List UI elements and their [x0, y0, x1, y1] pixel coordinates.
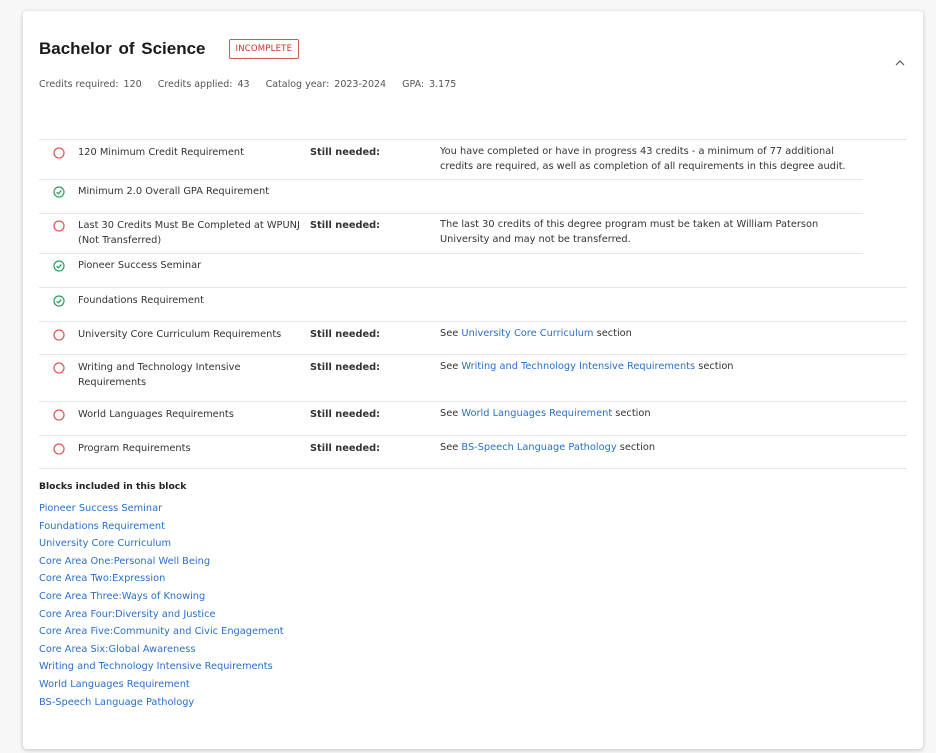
included-block-link[interactable]: Writing and Technology Intensive Require…	[39, 658, 284, 676]
still-needed-label: Still needed:	[310, 220, 381, 231]
requirement-description: See University Core Curriculum section	[440, 328, 632, 339]
block-title: Bachelor of Science	[39, 39, 206, 58]
gpa: GPA: 3.175	[402, 79, 457, 90]
included-block-link[interactable]: Core Area Five:Community and Civic Engag…	[39, 623, 284, 641]
requirement-name: Minimum 2.0 Overall GPA Requirement	[78, 186, 270, 197]
included-block-link[interactable]: BS-Speech Language Pathology	[39, 694, 284, 712]
collapse-button[interactable]	[893, 55, 907, 69]
status-icon	[39, 322, 78, 354]
still-needed-label: Still needed:	[310, 329, 381, 340]
status-icon	[39, 140, 78, 179]
included-block-link[interactable]: University Core Curriculum	[39, 535, 284, 553]
chevron-up-icon	[895, 60, 905, 66]
requirement-name: 120 Minimum Credit Requirement	[78, 147, 244, 158]
requirement-description: The last 30 credits of this degree progr…	[440, 219, 819, 245]
incomplete-circle-icon	[52, 220, 65, 232]
included-block-link[interactable]: Core Area One:Personal Well Being	[39, 553, 284, 571]
included-block-link[interactable]: Core Area Two:Expression	[39, 570, 284, 588]
section-link[interactable]: BS-Speech Language Pathology	[461, 442, 616, 453]
status-badge: INCOMPLETE	[228, 39, 300, 59]
requirement-name: Pioneer Success Seminar	[78, 260, 202, 271]
requirement-row: Writing and Technology Intensive Require…	[39, 354, 907, 401]
requirement-description: See Writing and Technology Intensive Req…	[440, 361, 734, 372]
included-block-link[interactable]: Core Area Three:Ways of Knowing	[39, 588, 284, 606]
still-needed-label: Still needed:	[310, 147, 381, 158]
requirement-row: Program Requirements Still needed: See BS-…	[39, 435, 907, 469]
incomplete-circle-icon	[52, 443, 65, 455]
requirement-row: World Languages Requirements Still needed…	[39, 401, 907, 435]
section-link[interactable]: University Core Curriculum	[461, 328, 593, 339]
catalog-year: Catalog year: 2023-2024	[265, 79, 387, 90]
status-icon	[39, 213, 78, 253]
included-block-link[interactable]: Core Area Six:Global Awareness	[39, 641, 284, 659]
requirement-description: See BS-Speech Language Pathology section	[440, 442, 656, 453]
block-summary: Credits required: 120 Credits applied: 43 …	[39, 79, 472, 90]
status-icon	[39, 253, 78, 287]
still-needed-label: Still needed:	[310, 443, 381, 454]
credits-required: Credits required: 120	[39, 79, 142, 90]
section-link[interactable]: World Languages Requirement	[461, 408, 612, 419]
requirement-row: Pioneer Success Seminar	[39, 253, 907, 287]
incomplete-circle-icon	[52, 409, 65, 421]
included-block-link[interactable]: World Languages Requirement	[39, 676, 284, 694]
included-block-link[interactable]: Core Area Four:Diversity and Justice	[39, 606, 284, 624]
check-circle-icon	[52, 186, 65, 198]
requirement-description: See World Languages Requirement section	[440, 408, 651, 419]
included-block-link[interactable]: Pioneer Success Seminar	[39, 500, 284, 518]
status-icon	[39, 179, 78, 213]
status-icon	[39, 436, 78, 468]
requirement-row: 120 Minimum Credit Requirement Still need…	[39, 139, 907, 180]
check-circle-icon	[52, 295, 65, 307]
included-block-link[interactable]: Foundations Requirement	[39, 518, 284, 536]
requirement-name: University Core Curriculum Requirements	[78, 329, 282, 340]
included-blocks: Blocks included in this block Pioneer Su…	[39, 481, 284, 711]
status-icon	[39, 288, 78, 321]
requirements-list: 120 Minimum Credit Requirement Still need…	[39, 139, 907, 469]
check-circle-icon	[52, 260, 65, 272]
incomplete-circle-icon	[52, 147, 65, 159]
status-icon	[39, 402, 78, 435]
incomplete-circle-icon	[52, 329, 65, 341]
requirement-name: World Languages Requirements	[78, 409, 234, 420]
requirement-row: Foundations Requirement	[39, 287, 907, 321]
requirement-row: Minimum 2.0 Overall GPA Requirement	[39, 179, 907, 214]
degree-block-card: Bachelor of Science INCOMPLETE Credits r…	[23, 11, 923, 749]
requirement-name: Program Requirements	[78, 443, 191, 454]
included-blocks-title: Blocks included in this block	[39, 481, 187, 492]
requirement-name: Foundations Requirement	[78, 295, 204, 306]
requirement-name: Last 30 Credits Must Be Completed at WPU…	[78, 220, 300, 246]
block-header: Bachelor of Science INCOMPLETE	[39, 39, 300, 59]
requirement-row: University Core Curriculum Requirements S…	[39, 321, 907, 354]
requirement-row: Last 30 Credits Must Be Completed at WPU…	[39, 213, 907, 254]
still-needed-label: Still needed:	[310, 409, 381, 420]
section-link[interactable]: Writing and Technology Intensive Require…	[461, 361, 695, 372]
requirement-name: Writing and Technology Intensive Require…	[78, 362, 241, 388]
still-needed-label: Still needed:	[310, 362, 381, 373]
credits-applied: Credits applied: 43	[157, 79, 250, 90]
requirement-description: You have completed or have in progress 4…	[440, 146, 846, 172]
status-icon	[39, 355, 78, 401]
incomplete-circle-icon	[52, 362, 65, 374]
